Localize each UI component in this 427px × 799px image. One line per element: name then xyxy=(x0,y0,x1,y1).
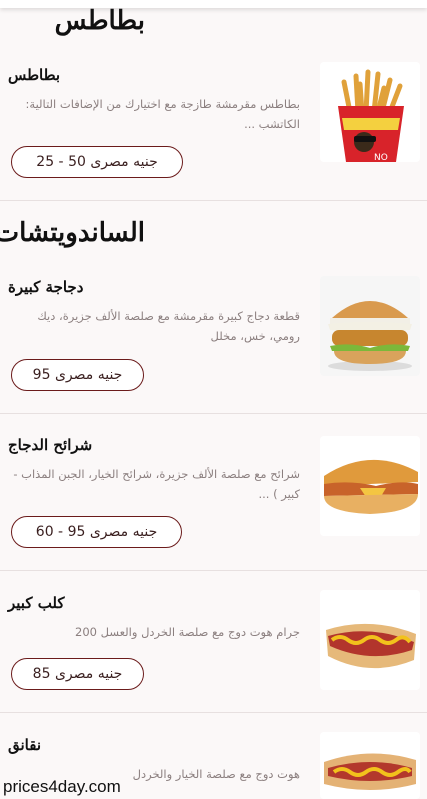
svg-text:NO: NO xyxy=(374,153,388,162)
item-name: بطاطس xyxy=(8,66,61,84)
chicken-burger-image xyxy=(320,276,420,376)
item-description: قطعة دجاج كبيرة مقرمشة مع صلصة الألف جزي… xyxy=(37,309,300,343)
divider xyxy=(0,570,427,571)
divider xyxy=(0,200,427,201)
chicken-strips-sandwich-image xyxy=(320,436,420,536)
watermark-text: prices4day.com xyxy=(3,777,121,796)
divider xyxy=(0,413,427,414)
price-button[interactable]: جنيه مصرى 95 xyxy=(11,359,144,391)
price-button[interactable]: جنيه مصرى 85 xyxy=(11,658,144,690)
item-description: بطاطس مقرمشة طازجة مع اختيارك من الإضافا… xyxy=(25,97,300,131)
price-button[interactable]: جنيه مصرى 50 - 25 xyxy=(11,146,183,178)
hot-dog-image xyxy=(320,590,420,690)
divider xyxy=(0,712,427,713)
item-name: نقانق xyxy=(8,736,42,754)
sausage-image xyxy=(320,732,420,799)
french-fries-image: NO xyxy=(320,62,420,162)
item-name: كلب كبير xyxy=(8,594,65,612)
section-title-fries: بطاطس xyxy=(54,6,145,36)
item-name: دجاجة كبيرة xyxy=(8,278,84,296)
item-description: جرام هوت دوج مع صلصة الخردل والعسل 200 xyxy=(75,625,300,639)
section-title-sandwiches: الساندويتشات xyxy=(0,218,145,248)
price-button[interactable]: جنيه مصرى 95 - 60 xyxy=(11,516,182,548)
item-name: شرائح الدجاج xyxy=(8,436,93,454)
item-description: شرائح مع صلصة الألف جزيرة، شرائح الخيار،… xyxy=(13,467,300,501)
